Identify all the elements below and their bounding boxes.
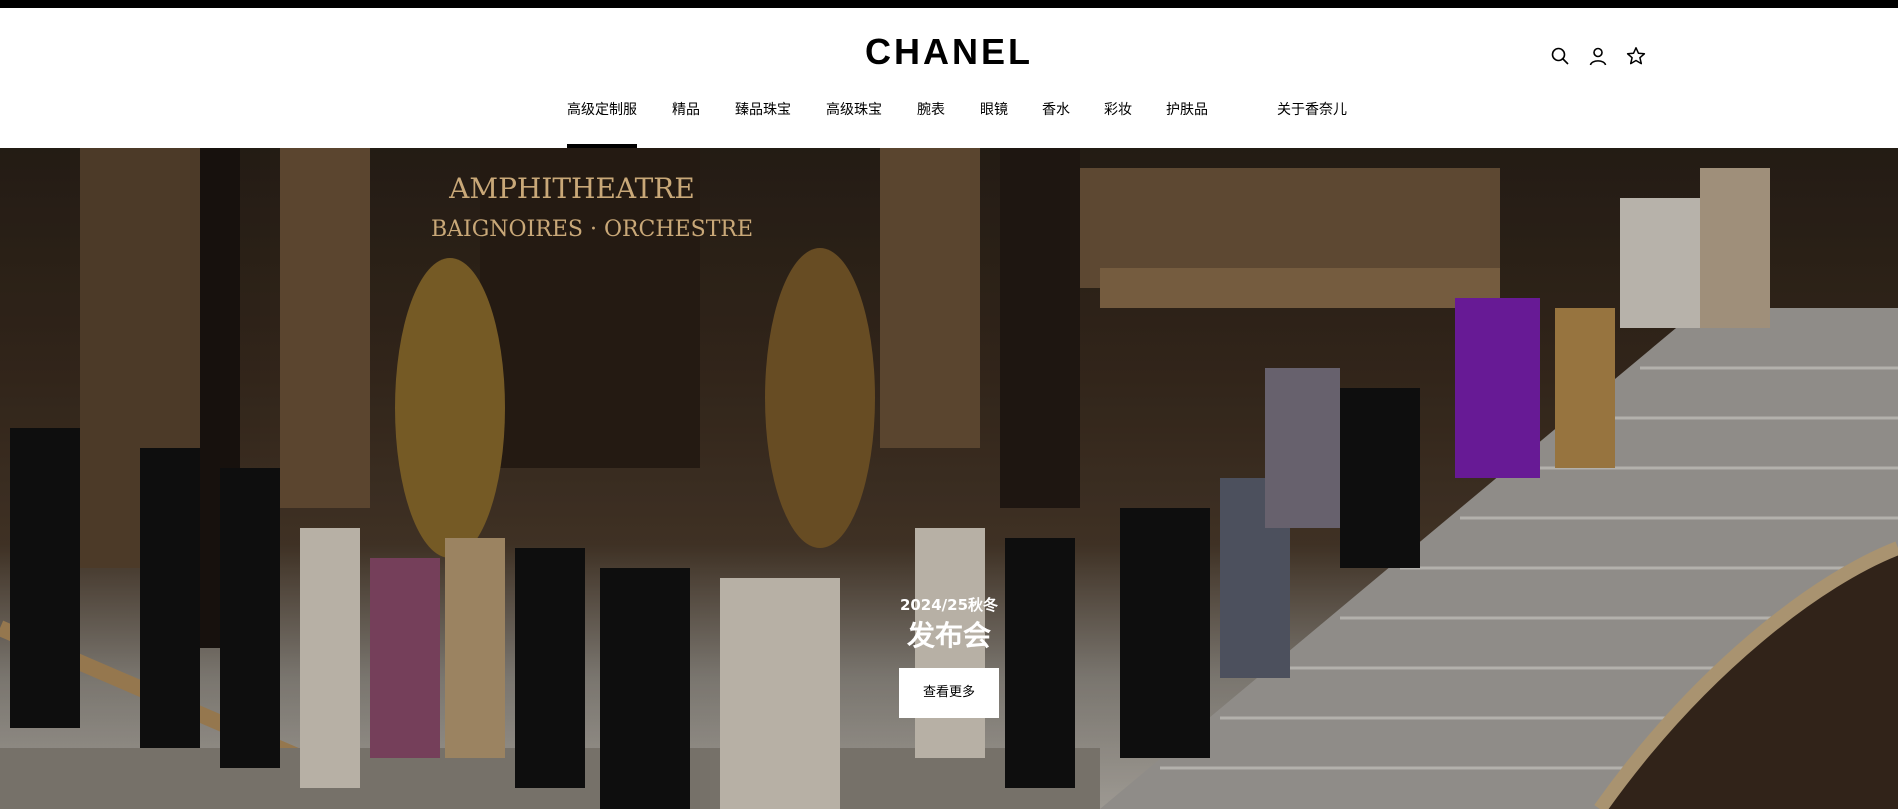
wall-inscription-line2: BAIGNOIRES · ORCHESTRE [431, 217, 753, 242]
hero-banner[interactable]: AMPHITHEATRE BAIGNOIRES · ORCHESTRE 2024… [0, 148, 1898, 809]
nav-item-makeup[interactable]: 彩妆 [1104, 96, 1132, 148]
nav-item-eyewear[interactable]: 眼镜 [980, 96, 1008, 148]
nav-item-skincare[interactable]: 护肤品 [1166, 96, 1208, 148]
main-nav: 高级定制服 精品 臻品珠宝 高级珠宝 腕表 眼镜 香水 彩妆 护肤品 关于香奈儿 [0, 96, 1898, 148]
nav-item-watches[interactable]: 腕表 [917, 96, 945, 148]
nav-item-fragrance[interactable]: 香水 [1042, 96, 1070, 148]
view-more-button[interactable]: 查看更多 [899, 668, 999, 718]
nav-item-fine-jewelry[interactable]: 臻品珠宝 [735, 96, 791, 148]
wishlist-star-icon[interactable] [1624, 44, 1648, 68]
site-header: CHANEL 高级定制服 精品 臻品珠宝 高级珠宝 腕表 眼镜 香水 彩妆 护肤… [0, 8, 1898, 148]
search-icon[interactable] [1548, 44, 1572, 68]
account-icon[interactable] [1586, 44, 1610, 68]
hero-title: 发布会 [906, 619, 991, 652]
top-black-bar [0, 0, 1898, 8]
nav-item-haute-couture[interactable]: 高级定制服 [567, 96, 637, 148]
hero-subtitle: 2024/25秋冬 [899, 596, 999, 614]
wall-inscription-line1: AMPHITHEATRE [448, 172, 695, 205]
header-icons [1548, 44, 1648, 68]
hero-text-block: 2024/25秋冬 发布会 查看更多 [0, 596, 1898, 718]
nav-item-high-jewelry[interactable]: 高级珠宝 [826, 96, 882, 148]
nav-item-fashion[interactable]: 精品 [672, 96, 700, 148]
nav-item-about-chanel[interactable]: 关于香奈儿 [1277, 96, 1347, 148]
